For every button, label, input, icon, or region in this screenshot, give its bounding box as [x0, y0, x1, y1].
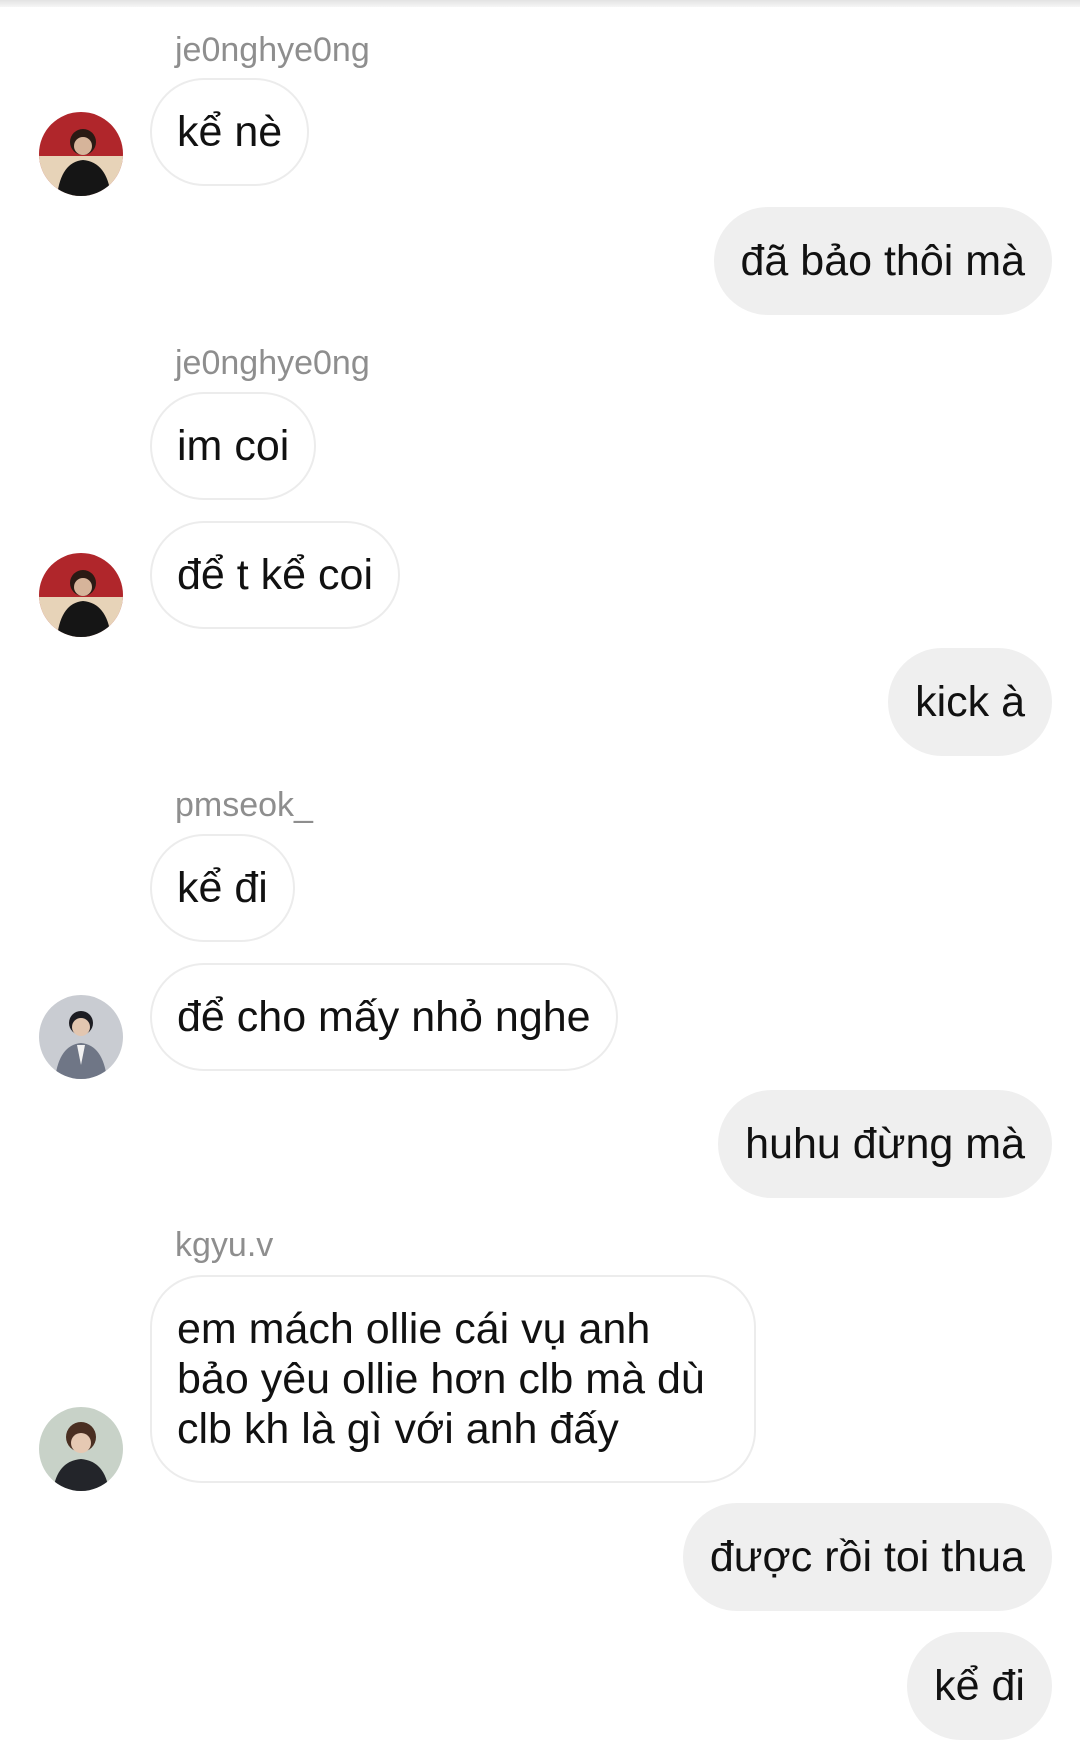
avatar-photo-icon	[39, 1407, 123, 1491]
top-divider	[0, 0, 1080, 7]
incoming-message[interactable]: kể đi	[150, 834, 295, 942]
incoming-message[interactable]: để cho mấy nhỏ nghe	[150, 963, 618, 1071]
avatar-je0nghye0ng[interactable]	[39, 112, 123, 196]
avatar-photo-icon	[39, 553, 123, 637]
sender-name: je0nghye0ng	[175, 31, 370, 69]
outgoing-message[interactable]: đã bảo thôi mà	[713, 207, 1052, 315]
outgoing-message[interactable]: kể đi	[907, 1632, 1052, 1740]
incoming-message[interactable]: để t kể coi	[150, 521, 400, 629]
incoming-message[interactable]: im coi	[150, 392, 317, 500]
incoming-message[interactable]: kể nè	[150, 78, 310, 186]
sender-name: kgyu.v	[175, 1226, 274, 1264]
avatar-photo-icon	[39, 995, 123, 1079]
outgoing-message[interactable]: kick à	[888, 648, 1052, 756]
avatar-kgyu[interactable]	[39, 1407, 123, 1491]
sender-name: je0nghye0ng	[175, 344, 370, 382]
outgoing-message[interactable]: được rồi toi thua	[682, 1503, 1052, 1611]
outgoing-message[interactable]: huhu đừng mà	[718, 1090, 1052, 1198]
avatar-je0nghye0ng[interactable]	[39, 553, 123, 637]
avatar-pmseok[interactable]	[39, 995, 123, 1079]
avatar-photo-icon	[39, 112, 123, 196]
sender-name: pmseok_	[175, 786, 313, 824]
incoming-message[interactable]: em mách ollie cái vụ anh bảo yêu ollie h…	[150, 1275, 756, 1483]
